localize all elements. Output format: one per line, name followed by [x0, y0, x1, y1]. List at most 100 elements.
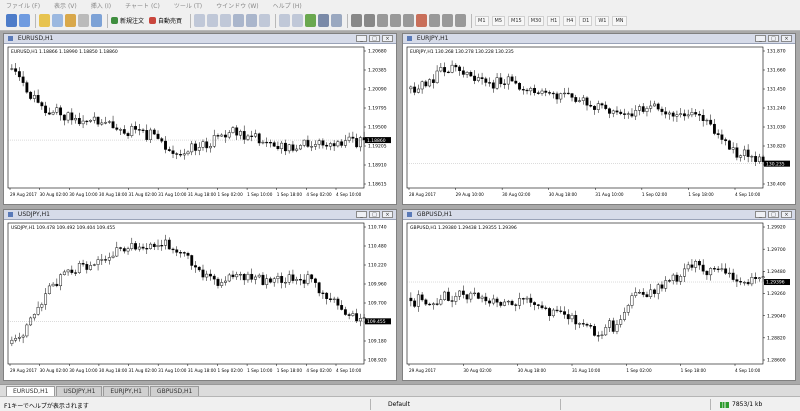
- menu-tools[interactable]: ツール (T): [174, 1, 202, 10]
- timeframe-d1-button[interactable]: D1: [579, 15, 593, 26]
- price-tick-label: 131.660: [767, 68, 786, 74]
- candle-body: [291, 144, 295, 151]
- status-traffic-text: 7853/1 kb: [732, 401, 763, 408]
- zoom-in-icon[interactable]: [233, 14, 245, 27]
- candle-body: [164, 140, 167, 150]
- close-icon[interactable]: ×: [781, 35, 792, 42]
- timeframe-m5-button[interactable]: M5: [491, 15, 506, 26]
- close-icon[interactable]: ×: [781, 211, 792, 218]
- timeframe-h1-button[interactable]: H1: [547, 15, 561, 26]
- candle-body: [325, 144, 329, 147]
- chart-title: USDJPY,H1: [17, 211, 50, 218]
- candle-body: [145, 248, 149, 250]
- menu-insert[interactable]: 挿入 (I): [91, 1, 111, 10]
- profiles-icon[interactable]: [19, 14, 30, 27]
- candle-body: [122, 248, 126, 252]
- indicators-icon[interactable]: [305, 14, 317, 27]
- minimize-icon[interactable]: _: [356, 211, 367, 218]
- timeframe-h4-button[interactable]: H4: [563, 15, 577, 26]
- minimize-icon[interactable]: _: [755, 35, 766, 42]
- autotrade-button[interactable]: 自動売買: [149, 16, 182, 25]
- maximize-icon[interactable]: □: [768, 35, 779, 42]
- candle-body: [29, 91, 33, 99]
- new-chart-icon[interactable]: [6, 14, 17, 27]
- tile-windows-icon[interactable]: [259, 14, 271, 27]
- price-tick-label: 108.920: [368, 358, 387, 364]
- menu-chart[interactable]: チャート (C): [125, 1, 160, 10]
- menu-window[interactable]: ウインドウ (W): [216, 1, 259, 10]
- close-icon[interactable]: ×: [382, 211, 393, 218]
- maximize-icon[interactable]: □: [369, 35, 380, 42]
- candlestick-icon[interactable]: [207, 14, 219, 27]
- minimize-icon[interactable]: _: [755, 211, 766, 218]
- candlestick-chart[interactable]: EURUSD,H1 1.18866 1.18990 1.18850 1.1886…: [4, 44, 396, 204]
- candle-body: [25, 324, 29, 337]
- timeframe-m30-button[interactable]: M30: [527, 15, 545, 26]
- menu-view[interactable]: 表示 (V): [54, 1, 77, 10]
- candlestick-chart[interactable]: USDJPY,H1 109.478 109.492 109.404 109.45…: [4, 220, 396, 380]
- symbol-tab-eurjpy[interactable]: EURJPY,H1: [103, 386, 149, 396]
- strategy-tester-icon[interactable]: [91, 14, 102, 27]
- candle-body: [435, 303, 439, 305]
- symbol-tab-eurusd[interactable]: EURUSD,H1: [6, 386, 56, 396]
- new-order-button[interactable]: 新規注文: [111, 16, 144, 25]
- candle-body: [179, 252, 182, 254]
- periods-icon[interactable]: [318, 14, 330, 27]
- candle-body: [265, 141, 269, 144]
- timeframe-w1-button[interactable]: W1: [595, 15, 610, 26]
- trendline-icon[interactable]: [403, 14, 415, 27]
- candle-body: [757, 277, 761, 279]
- candlestick-chart[interactable]: EURJPY,H1 130.268 130.278 130.228 130.23…: [403, 44, 795, 204]
- chart-shift-icon[interactable]: [292, 14, 304, 27]
- price-tick-label: 1.29480: [767, 269, 786, 275]
- minimize-icon[interactable]: _: [356, 35, 367, 42]
- line-chart-icon[interactable]: [220, 14, 232, 27]
- close-icon[interactable]: ×: [382, 35, 393, 42]
- chart-window-eurusd[interactable]: EURUSD,H1 _ □ × EURUSD,H1 1.18866 1.1899…: [3, 33, 397, 205]
- candle-body: [709, 119, 713, 125]
- navigator-icon[interactable]: [65, 14, 76, 27]
- chart-window-gbpusd[interactable]: GBPUSD,H1 _ □ × GBPUSD,H1 1.29380 1.2943…: [402, 209, 796, 381]
- timeframe-m1-button[interactable]: M1: [475, 15, 489, 26]
- symbol-tab-gbpusd[interactable]: GBPUSD,H1: [149, 386, 200, 396]
- candle-body: [555, 309, 559, 312]
- text-label-icon[interactable]: [442, 14, 454, 27]
- symbol-tab-usdjpy[interactable]: USDJPY,H1: [56, 386, 103, 396]
- candle-body: [119, 247, 122, 249]
- crosshair-icon[interactable]: [364, 14, 376, 27]
- fibonacci-icon[interactable]: [429, 14, 441, 27]
- menu-help[interactable]: ヘルプ (H): [273, 1, 302, 10]
- price-tick-label: 110.220: [368, 263, 387, 269]
- chart-window-usdjpy[interactable]: USDJPY,H1 _ □ × USDJPY,H1 109.478 109.49…: [3, 209, 397, 381]
- price-tick-label: 110.480: [368, 244, 387, 250]
- candlestick-chart[interactable]: GBPUSD,H1 1.29380 1.29438 1.29355 1.2939…: [403, 220, 795, 380]
- zoom-out-icon[interactable]: [246, 14, 258, 27]
- maximize-icon[interactable]: □: [369, 211, 380, 218]
- candle-body: [62, 114, 66, 121]
- templates-icon[interactable]: [331, 14, 343, 27]
- chart-window-eurjpy[interactable]: EURJPY,H1 _ □ × EURJPY,H1 130.268 130.27…: [402, 33, 796, 205]
- candle-body: [506, 76, 510, 85]
- maximize-icon[interactable]: □: [768, 211, 779, 218]
- autoscroll-icon[interactable]: [279, 14, 291, 27]
- candle-body: [81, 120, 85, 125]
- equidistant-channel-icon[interactable]: [416, 14, 428, 27]
- bar-chart-icon[interactable]: [194, 14, 206, 27]
- arrows-icon[interactable]: [455, 14, 467, 27]
- timeframe-m15-button[interactable]: M15: [508, 15, 525, 26]
- chart-title-bar: EURUSD,H1 _ □ ×: [4, 34, 396, 44]
- market-watch-icon[interactable]: [39, 14, 50, 27]
- terminal-icon[interactable]: [78, 14, 89, 27]
- price-tick-label: 110.740: [368, 225, 387, 231]
- candle-body: [362, 317, 366, 319]
- menu-file[interactable]: ファイル (F): [6, 1, 40, 10]
- cursor-icon[interactable]: [351, 14, 363, 27]
- data-window-icon[interactable]: [52, 14, 63, 27]
- candle-body: [280, 276, 284, 283]
- candle-body: [619, 319, 623, 325]
- candle-body: [197, 266, 201, 271]
- horizontal-line-icon[interactable]: [390, 14, 402, 27]
- timeframe-mn-button[interactable]: MN: [612, 15, 627, 26]
- vertical-line-icon[interactable]: [377, 14, 389, 27]
- candle-body: [272, 278, 276, 283]
